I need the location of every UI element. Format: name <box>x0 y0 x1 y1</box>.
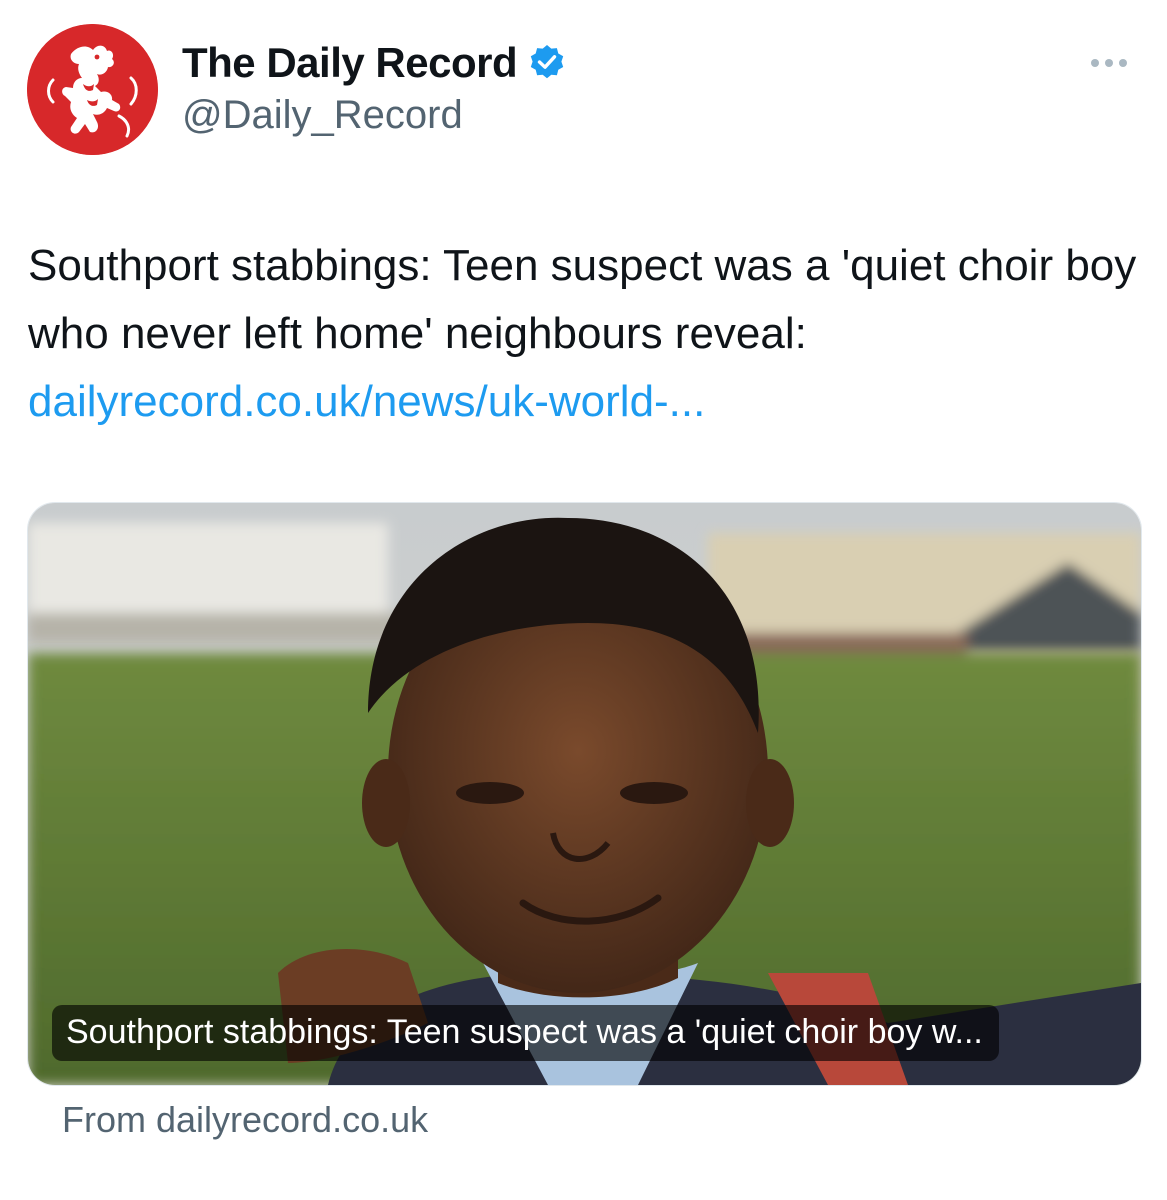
tweet-body: Southport stabbings: Teen suspect was a … <box>28 241 1149 358</box>
account-name-row: The Daily Record <box>182 38 567 88</box>
account-handle[interactable]: @Daily_Record <box>182 93 463 138</box>
more-dot <box>1119 59 1127 67</box>
card-image <box>28 503 1141 1085</box>
more-dot <box>1091 59 1099 67</box>
more-horizontal-icon[interactable] <box>1081 46 1137 80</box>
link-card[interactable]: Southport stabbings: Teen suspect was a … <box>27 502 1142 1086</box>
verified-badge-icon <box>527 43 567 83</box>
display-name[interactable]: The Daily Record <box>182 39 518 87</box>
tweet: The Daily Record @Daily_Record Southport… <box>0 0 1167 1200</box>
avatar[interactable] <box>27 24 158 155</box>
card-source[interactable]: From dailyrecord.co.uk <box>62 1099 428 1141</box>
lion-rampant-icon <box>27 24 158 155</box>
tweet-text: Southport stabbings: Teen suspect was a … <box>28 232 1148 436</box>
card-caption: Southport stabbings: Teen suspect was a … <box>52 1005 999 1061</box>
tweet-link[interactable]: dailyrecord.co.uk/news/uk-world-... <box>28 377 705 426</box>
more-dot <box>1105 59 1113 67</box>
